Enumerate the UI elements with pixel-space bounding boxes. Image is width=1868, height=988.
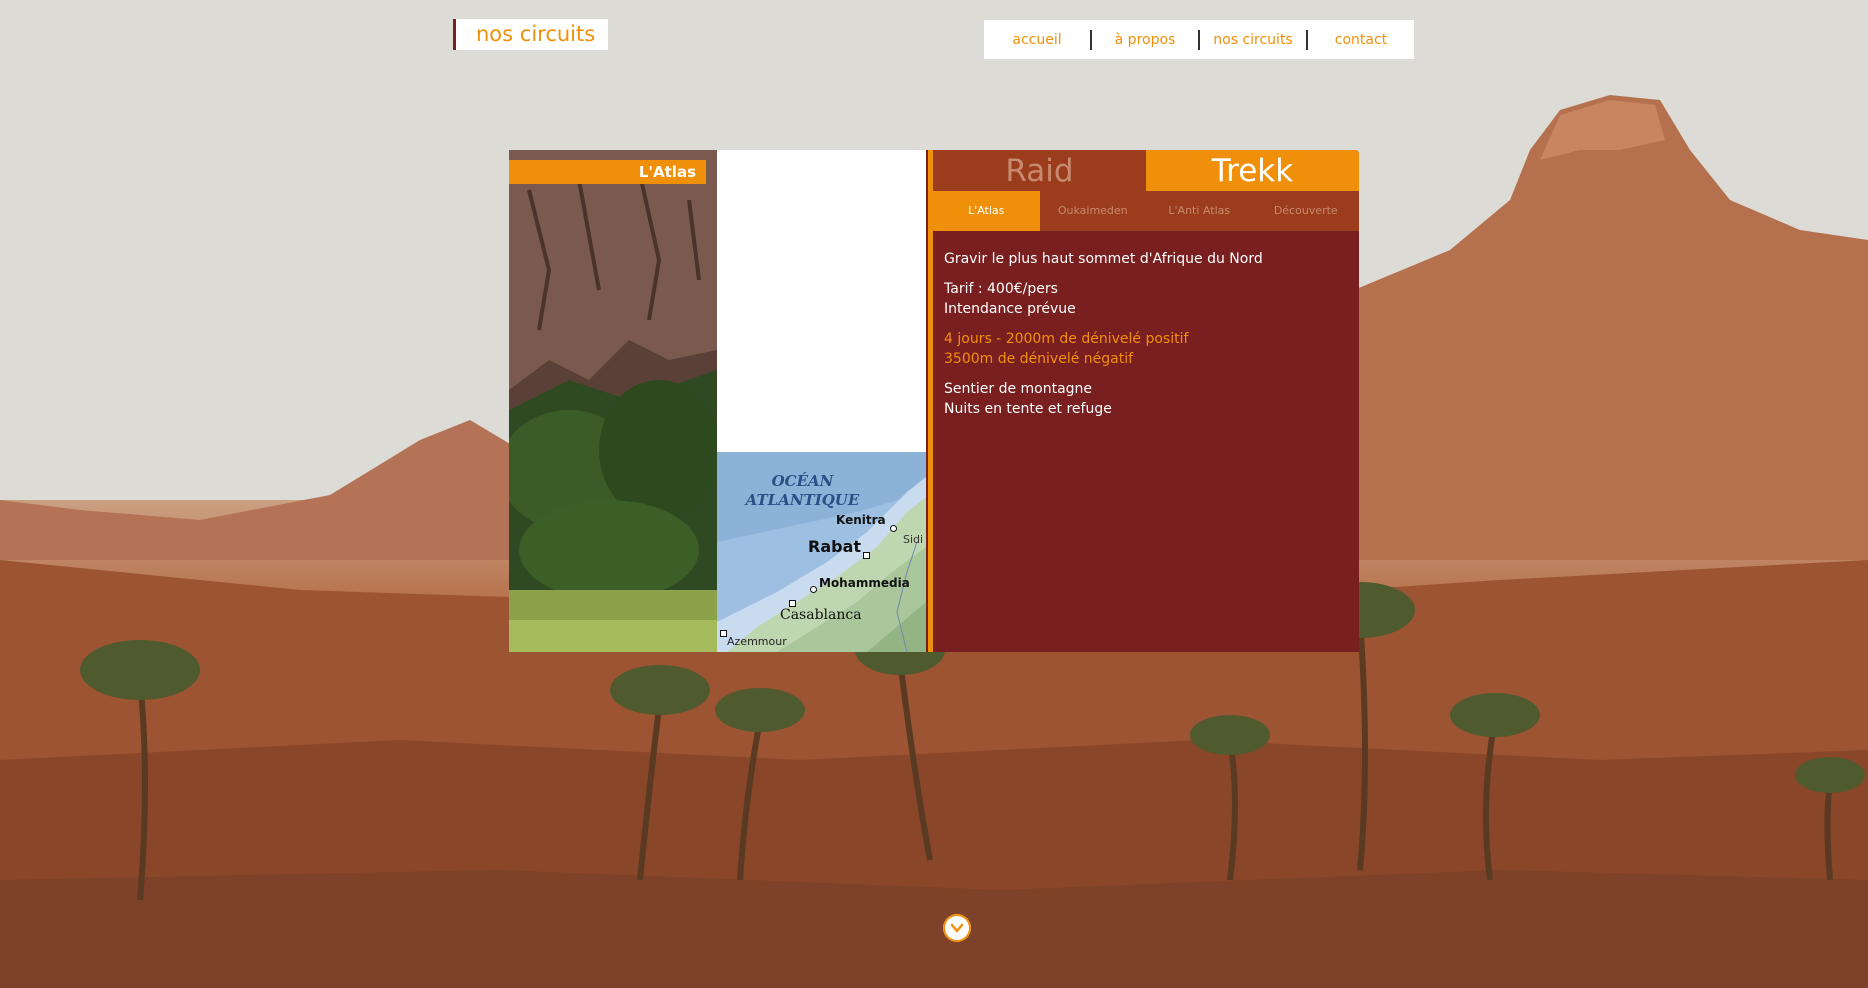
- map-marker: [863, 552, 870, 559]
- main-nav: accueil à propos nos circuits contact: [984, 20, 1414, 59]
- circuit-nights: Nuits en tente et refuge: [944, 401, 1112, 417]
- map-marker: [720, 630, 727, 637]
- tab-l-anti-atlas[interactable]: L'Anti Atlas: [1146, 191, 1253, 231]
- nav-item-nos-circuits[interactable]: nos circuits: [1200, 20, 1306, 59]
- circuit-intendance: Intendance prévue: [944, 301, 1076, 317]
- chevron-down-icon: [948, 919, 966, 937]
- circuit-subtabs: L'Atlas Oukaimeden L'Anti Atlas Découver…: [933, 191, 1359, 231]
- map-ocean-line2: ATLANTIQUE: [745, 491, 860, 509]
- tab-oukaimeden[interactable]: Oukaimeden: [1040, 191, 1147, 231]
- circuit-description: Gravir le plus haut sommet d'Afrique du …: [944, 249, 1344, 429]
- page-title: nos circuits: [453, 19, 609, 50]
- panel-divider: [926, 150, 933, 652]
- circuit-terrain: Sentier de montagne: [944, 381, 1093, 397]
- tab-trekk[interactable]: Trekk: [1146, 150, 1359, 191]
- photo-label: L'Atlas: [509, 160, 706, 184]
- circuit-descent: 3500m de dénivelé négatif: [944, 351, 1134, 367]
- map-marker: [810, 586, 817, 593]
- map-marker: [890, 525, 897, 532]
- tab-decouverte[interactable]: Découverte: [1253, 191, 1360, 231]
- map-city-casablanca: Casablanca: [780, 607, 862, 623]
- map-city-sidi: Sidi: [903, 533, 924, 546]
- nav-item-a-propos[interactable]: à propos: [1092, 20, 1198, 59]
- circuit-headline: Gravir le plus haut sommet d'Afrique du …: [944, 251, 1263, 267]
- map-city-azemmour: Azemmour: [727, 635, 787, 648]
- map-marker: [789, 600, 796, 607]
- map-city-rabat: Rabat: [808, 537, 862, 556]
- tab-raid[interactable]: Raid: [933, 150, 1146, 191]
- atlas-photo: [509, 150, 717, 652]
- circuit-tarif: Tarif : 400€/pers: [944, 281, 1058, 297]
- nav-item-contact[interactable]: contact: [1308, 20, 1414, 59]
- map-ocean-label: OCÉAN ATLANTIQUE: [745, 472, 860, 510]
- nav-item-accueil[interactable]: accueil: [984, 20, 1090, 59]
- scroll-down-button[interactable]: [943, 914, 971, 942]
- circuit-type-tabs: Raid Trekk: [933, 150, 1359, 191]
- map-city-mohammedia: Mohammedia: [819, 576, 910, 590]
- map-ocean-line1: OCÉAN: [771, 472, 834, 490]
- morocco-map: OCÉAN ATLANTIQUE Kenitra Rabat Sidi Moha…: [717, 452, 926, 652]
- tab-l-atlas[interactable]: L'Atlas: [933, 191, 1040, 231]
- circuit-duration: 4 jours - 2000m de dénivelé positif: [944, 331, 1189, 347]
- blank-panel: [717, 150, 926, 452]
- map-city-kenitra: Kenitra: [836, 513, 886, 527]
